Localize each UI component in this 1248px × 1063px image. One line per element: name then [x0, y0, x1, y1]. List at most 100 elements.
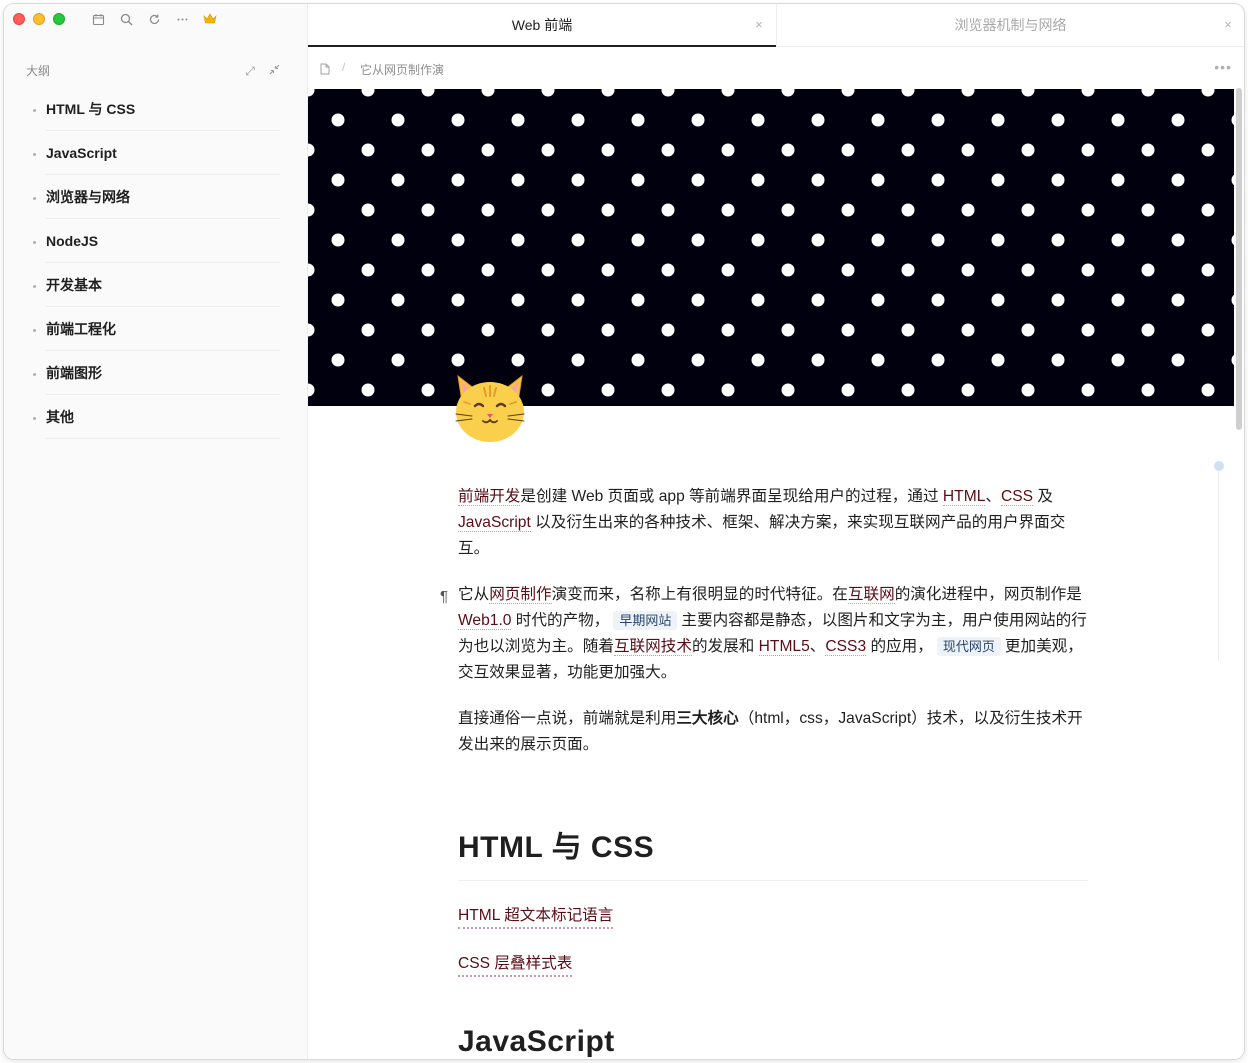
text: 直接通俗一点说，前端就是利用 [458, 710, 677, 727]
polka-dot [361, 203, 375, 217]
polka-dot [811, 173, 825, 187]
heading-html-css[interactable]: HTML 与 CSS [458, 778, 1088, 881]
polka-dot [481, 323, 495, 337]
search-icon[interactable] [117, 10, 135, 28]
polka-dot [1111, 233, 1125, 247]
polka-dot [811, 113, 825, 127]
polka-dot [1111, 113, 1125, 127]
calendar-icon[interactable] [89, 10, 107, 28]
zoom-window-button[interactable] [53, 13, 65, 25]
polka-dot-pattern [308, 89, 1234, 406]
tab-web-frontend[interactable]: Web 前端 × [308, 4, 776, 47]
text: 的演化进程中，网页制作是 [894, 586, 1082, 603]
polka-dot [871, 113, 885, 127]
pilcrow-icon[interactable]: ¶ [440, 584, 448, 610]
polka-dot [541, 323, 555, 337]
polka-dot [901, 383, 915, 397]
expand-icon[interactable]: ⤢ [242, 63, 258, 79]
polka-dot [391, 173, 405, 187]
polka-dot [811, 233, 825, 247]
link-html5[interactable]: HTML5 [758, 638, 810, 656]
document-icon[interactable] [320, 62, 330, 80]
polka-dot [1021, 323, 1035, 337]
link-html-hypertext[interactable]: HTML 超文本标记语言 [458, 905, 614, 929]
polka-dot [331, 173, 345, 187]
sidebar: 大纲 ⤢ HTML 与 CSS JavaScript 浏览器与网络 NodeJS… [4, 4, 308, 1059]
link-internet[interactable]: 互联网 [847, 586, 895, 604]
outline-item-nodejs[interactable]: NodeJS [26, 220, 282, 264]
cat-face-icon[interactable] [450, 366, 530, 446]
sync-icon[interactable] [145, 10, 163, 28]
link-web1[interactable]: Web1.0 [458, 612, 512, 630]
outline-item-dev-basics[interactable]: 开发基本 [26, 264, 282, 308]
polka-dot [331, 233, 345, 247]
polka-dot [451, 353, 465, 367]
polka-dot [721, 203, 735, 217]
breadcrumb-current[interactable]: 它从网页制作演 [360, 61, 444, 78]
polka-dot [391, 353, 405, 367]
close-window-button[interactable] [13, 13, 25, 25]
outline-item-javascript[interactable]: JavaScript [26, 132, 282, 176]
more-icon[interactable] [173, 10, 191, 28]
link-web-making[interactable]: 网页制作 [489, 586, 552, 604]
vertical-scrollbar[interactable] [1236, 88, 1242, 430]
bullet-icon [33, 417, 36, 420]
polka-dot [841, 323, 855, 337]
outline-item-engineering[interactable]: 前端工程化 [26, 308, 282, 352]
bullet-icon [33, 329, 36, 332]
outline-item-graphics[interactable]: 前端图形 [26, 352, 282, 396]
polka-dot [361, 383, 375, 397]
link-javascript[interactable]: JavaScript [458, 514, 531, 532]
polka-dot [451, 173, 465, 187]
tag-early-websites[interactable]: 早期网站 [613, 611, 678, 630]
tab-browser-network[interactable]: 浏览器机制与网络 × [776, 4, 1244, 47]
polka-dot [991, 173, 1005, 187]
link-frontend-dev[interactable]: 前端开发 [458, 488, 521, 506]
polka-dot [871, 353, 885, 367]
outline-item-html-css[interactable]: HTML 与 CSS [26, 88, 282, 132]
outline-item-other[interactable]: 其他 [26, 396, 282, 440]
minimize-window-button[interactable] [33, 13, 45, 25]
cover-background [308, 89, 1234, 406]
paragraph-2[interactable]: ¶ 它从网页制作演变而来，名称上有很明显的时代特征。在互联网的演化进程中，网页制作… [440, 582, 1088, 686]
polka-dot [1111, 293, 1125, 307]
polka-dot [361, 323, 375, 337]
link-row: HTML 超文本标记语言 [458, 905, 1088, 929]
heading-javascript[interactable]: JavaScript [458, 977, 1088, 1059]
bullet-icon [33, 153, 36, 156]
app-window: 大纲 ⤢ HTML 与 CSS JavaScript 浏览器与网络 NodeJS… [4, 4, 1244, 1059]
polka-dot [931, 293, 945, 307]
link-css[interactable]: CSS [1000, 488, 1034, 506]
polka-dot [1141, 203, 1155, 217]
tag-modern-web[interactable]: 现代网页 [936, 637, 1001, 656]
paragraph-3[interactable]: 直接通俗一点说，前端就是利用三大核心（html，css，JavaScript）技… [458, 706, 1088, 758]
polka-dot [1081, 203, 1095, 217]
minimap-marker[interactable] [1214, 461, 1224, 471]
polka-dot [631, 113, 645, 127]
paragraph-1[interactable]: 前端开发是创建 Web 页面或 app 等前端界面呈现给用户的过程，通过 HTM… [458, 484, 1088, 562]
text: 的应用， [866, 638, 933, 655]
link-internet-tech[interactable]: 互联网技术 [613, 638, 692, 656]
close-icon[interactable]: × [1221, 4, 1235, 46]
polka-dot [691, 113, 705, 127]
editor-main: Web 前端 × 浏览器机制与网络 × / 它从网页制作演 ••• 前端开发是创… [308, 4, 1244, 1059]
polka-dot [991, 353, 1005, 367]
outline-item-label: 浏览器与网络 [46, 176, 280, 219]
link-html[interactable]: HTML [942, 488, 986, 506]
polka-dot [1111, 353, 1125, 367]
cover-image[interactable] [308, 89, 1234, 406]
close-icon[interactable]: × [752, 4, 766, 46]
polka-dot [511, 173, 525, 187]
link-css3[interactable]: CSS3 [825, 638, 867, 656]
collapse-icon[interactable] [266, 63, 282, 79]
polka-dot [331, 293, 345, 307]
polka-dot [1021, 143, 1035, 157]
link-css-stylesheet[interactable]: CSS 层叠样式表 [458, 953, 573, 977]
outline-item-browser-network[interactable]: 浏览器与网络 [26, 176, 282, 220]
more-icon[interactable]: ••• [1214, 59, 1232, 75]
crown-icon[interactable] [201, 10, 219, 28]
polka-dot [871, 233, 885, 247]
article-body: 前端开发是创建 Web 页面或 app 等前端界面呈现给用户的过程，通过 HTM… [440, 484, 1088, 1059]
polka-dot [601, 323, 615, 337]
tab-label: Web 前端 [511, 17, 573, 33]
